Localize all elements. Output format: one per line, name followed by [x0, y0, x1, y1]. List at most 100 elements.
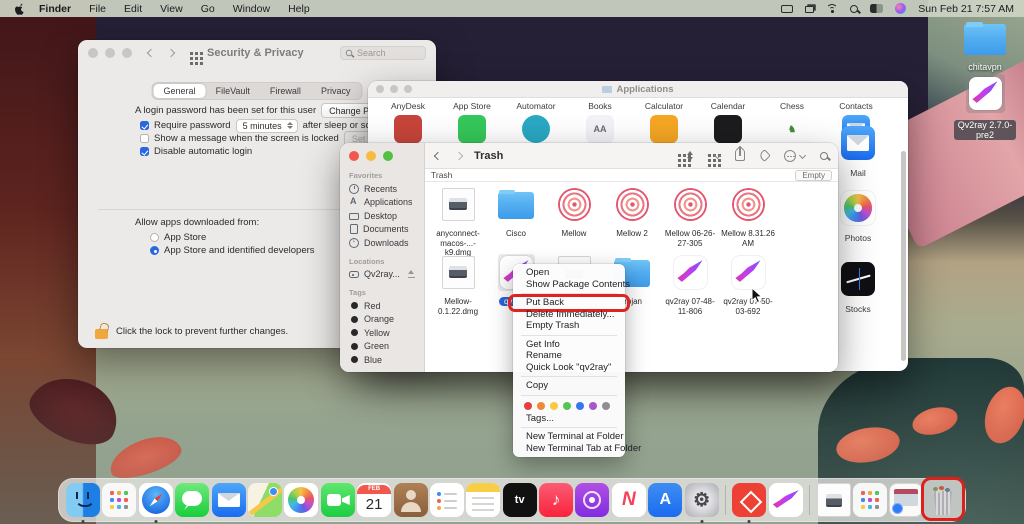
sidebar-item-documents[interactable]: Documents: [349, 223, 424, 237]
tab-general[interactable]: General: [154, 84, 206, 98]
file-item-mellow-8-31-26-am[interactable]: Mellow 8.31.26 AM: [719, 186, 777, 248]
app-icon[interactable]: [458, 115, 486, 143]
tab-firewall[interactable]: Firewall: [260, 84, 311, 98]
interval-dropdown[interactable]: 5 minutes: [236, 119, 298, 133]
sidebar-item-desktop[interactable]: Desktop: [349, 209, 424, 223]
tag-color-swatch[interactable]: [550, 402, 558, 410]
desktop-icon-chitavpn[interactable]: chitavpn: [954, 24, 1016, 72]
menu-item-help[interactable]: Help: [288, 3, 310, 15]
zoom-button[interactable]: [122, 48, 132, 58]
app-icon[interactable]: [650, 115, 678, 143]
tag-button[interactable]: [758, 149, 771, 162]
menu-item-window[interactable]: Window: [233, 3, 270, 15]
menu-item-edit[interactable]: Edit: [124, 3, 142, 15]
app-label-books[interactable]: Books: [568, 101, 632, 111]
checkbox[interactable]: [140, 121, 149, 130]
menu-item-show-package-contents[interactable]: Show Package Contents: [513, 279, 625, 291]
search-field[interactable]: Search: [340, 46, 426, 60]
menu-item-copy[interactable]: Copy: [513, 380, 625, 392]
sidebar-item-applications[interactable]: Applications: [349, 196, 424, 210]
menu-item-quick-look-qv2ray-[interactable]: Quick Look "qv2ray": [513, 362, 625, 374]
dock-podcasts[interactable]: [575, 483, 609, 517]
file-item-mellow-0-1-22-dmg[interactable]: Mellow-0.1.22.dmg: [429, 254, 487, 316]
desktop-icon-qv2ray[interactable]: Qv2ray 2.7.0-pre2: [954, 74, 1016, 143]
menu-item-view[interactable]: View: [160, 3, 183, 15]
scrollbar[interactable]: [901, 151, 906, 361]
tab-privacy[interactable]: Privacy: [311, 84, 361, 98]
back-button[interactable]: [434, 151, 442, 159]
sidebar-item-red[interactable]: Red: [349, 299, 424, 313]
dock-sysprefs[interactable]: ⚙: [685, 483, 719, 517]
forward-button[interactable]: [167, 49, 175, 57]
app-icon[interactable]: [714, 115, 742, 143]
menu-item-new-terminal-tab-at-folder[interactable]: New Terminal Tab at Folder: [513, 443, 625, 455]
apple-menu[interactable]: [8, 2, 30, 15]
siri-icon[interactable]: [895, 3, 906, 14]
unlocked-padlock-icon[interactable]: [95, 329, 108, 339]
dock-notes[interactable]: [466, 483, 500, 517]
radio-button[interactable]: [150, 246, 159, 255]
app-label-anydesk[interactable]: AnyDesk: [376, 101, 440, 111]
dock-safari[interactable]: [139, 483, 173, 517]
dock-mail[interactable]: [212, 483, 246, 517]
app-icon[interactable]: [522, 115, 550, 143]
display-icon[interactable]: [781, 5, 793, 13]
dock-tv[interactable]: tv: [503, 483, 537, 517]
app-icon[interactable]: AA: [586, 115, 614, 143]
menu-clock[interactable]: Sun Feb 21 7:57 AM: [918, 3, 1014, 15]
file-item-mellow-06-26-27-305[interactable]: Mellow 06-26-27-305: [661, 186, 719, 248]
group-button[interactable]: [708, 153, 720, 158]
tag-color-swatch[interactable]: [524, 402, 532, 410]
dock-anydesk[interactable]: [732, 483, 766, 517]
show-all-icon[interactable]: [190, 52, 193, 55]
search-button[interactable]: [820, 152, 828, 160]
dock-appstore[interactable]: A: [648, 483, 682, 517]
switch-icon[interactable]: [870, 4, 883, 13]
sidebar-item-green[interactable]: Green: [349, 340, 424, 354]
file-item-qv2ray-07-50-03-692[interactable]: qv2ray 07-50-03-692: [719, 254, 777, 316]
sidebar-item-blue[interactable]: Blue: [349, 353, 424, 367]
app-label-app-store[interactable]: App Store: [440, 101, 504, 111]
menu-item-delete-immediately-[interactable]: Delete Immediately...: [513, 309, 625, 321]
minimize-button[interactable]: [105, 48, 115, 58]
back-button[interactable]: [147, 49, 155, 57]
forward-button[interactable]: [455, 151, 463, 159]
zoom-button[interactable]: [383, 151, 393, 161]
search-icon[interactable]: [850, 5, 858, 13]
menu-item-empty-trash[interactable]: Empty Trash: [513, 320, 625, 332]
mission-control-icon[interactable]: [805, 6, 814, 13]
minimize-button[interactable]: [366, 151, 376, 161]
dock-maps[interactable]: [248, 483, 282, 517]
empty-trash-button[interactable]: Empty: [795, 170, 832, 181]
dock-reminders[interactable]: [430, 483, 464, 517]
radio-button[interactable]: [150, 233, 159, 242]
tag-color-swatch[interactable]: [589, 402, 597, 410]
close-button[interactable]: [88, 48, 98, 58]
dock-music[interactable]: ♪: [539, 483, 573, 517]
tag-color-swatch[interactable]: [576, 402, 584, 410]
file-item-mellow-2[interactable]: Mellow 2: [603, 186, 661, 239]
app-icon[interactable]: [394, 115, 422, 143]
dock-screenshots[interactable]: [889, 483, 923, 517]
tab-filevault[interactable]: FileVault: [206, 84, 260, 98]
dock-facetime[interactable]: [321, 483, 355, 517]
menu-item-put-back[interactable]: Put Back: [513, 297, 625, 309]
dock-qv2ray[interactable]: [769, 483, 803, 517]
dock-launchpad[interactable]: [102, 483, 136, 517]
dock-dmgfile[interactable]: [817, 483, 851, 517]
app-label-calendar[interactable]: Calendar: [696, 101, 760, 111]
dock-calendar[interactable]: FEB21: [357, 483, 391, 517]
dock-trash[interactable]: [926, 483, 960, 517]
dock-finder[interactable]: [66, 483, 100, 517]
window-controls[interactable]: [349, 151, 424, 161]
close-button[interactable]: [349, 151, 359, 161]
window-controls[interactable]: [88, 48, 132, 58]
checkbox[interactable]: [140, 147, 149, 156]
tag-color-swatch[interactable]: [563, 402, 571, 410]
menu-item-new-terminal-at-folder[interactable]: New Terminal at Folder: [513, 431, 625, 443]
dock-news[interactable]: N: [612, 483, 646, 517]
sidebar-item-yellow[interactable]: Yellow: [349, 326, 424, 340]
file-item-anyconnect-macos-k9-dmg[interactable]: anyconnect-macos-...-k9.dmg: [429, 186, 487, 258]
app-label-chess[interactable]: Chess: [760, 101, 824, 111]
sidebar-item-downloads[interactable]: Downloads: [349, 236, 424, 250]
